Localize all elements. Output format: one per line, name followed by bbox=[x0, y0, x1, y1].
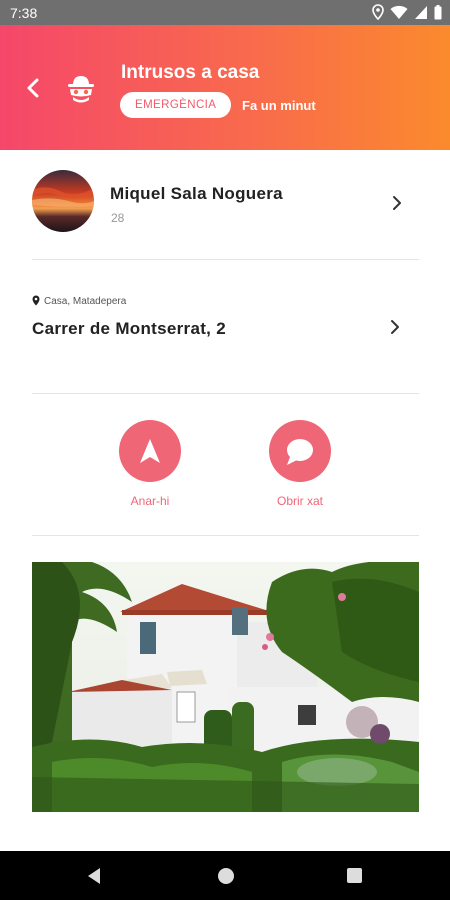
profile-age: 28 bbox=[111, 211, 125, 225]
divider bbox=[32, 259, 419, 260]
chevron-right-icon bbox=[391, 320, 399, 334]
divider bbox=[32, 393, 419, 394]
open-chat-button[interactable]: Obrir xat bbox=[240, 420, 360, 508]
chat-icon bbox=[287, 439, 313, 465]
wifi-icon bbox=[390, 5, 408, 19]
alert-time: Fa un minut bbox=[242, 98, 316, 113]
alert-header: Intrusos a casa EMERGÈNCIA Fa un minut bbox=[0, 25, 450, 150]
back-button[interactable] bbox=[22, 76, 46, 100]
location-icon bbox=[372, 4, 384, 20]
navigate-label: Anar-hi bbox=[130, 494, 170, 508]
profile-row[interactable]: Miquel Sala Noguera 28 bbox=[0, 150, 450, 260]
status-bar: 7:38 bbox=[0, 0, 450, 25]
location-label: Casa, Matadepera bbox=[44, 296, 127, 307]
navigate-icon bbox=[140, 439, 160, 463]
burglar-icon bbox=[68, 76, 94, 103]
navigate-circle bbox=[119, 420, 181, 482]
location-pin-icon bbox=[32, 295, 40, 306]
avatar bbox=[32, 170, 94, 232]
status-icons bbox=[372, 4, 442, 20]
divider bbox=[32, 535, 419, 536]
nav-home-icon[interactable] bbox=[218, 868, 234, 884]
system-nav-bar bbox=[0, 851, 450, 900]
alert-title: Intrusos a casa bbox=[121, 62, 260, 83]
address: Carrer de Montserrat, 2 bbox=[32, 319, 226, 338]
house-photo bbox=[32, 562, 419, 812]
nav-back-icon[interactable] bbox=[86, 867, 102, 885]
navigate-button[interactable]: Anar-hi bbox=[90, 420, 210, 508]
signal-icon bbox=[415, 5, 427, 19]
battery-icon bbox=[434, 4, 442, 19]
emergency-badge: EMERGÈNCIA bbox=[120, 92, 232, 118]
open-chat-label: Obrir xat bbox=[276, 494, 323, 508]
chat-circle bbox=[269, 420, 331, 482]
status-time: 7:38 bbox=[10, 5, 38, 21]
sunset-avatar-image bbox=[32, 170, 94, 232]
nav-recents-icon[interactable] bbox=[347, 868, 362, 883]
profile-name: Miquel Sala Noguera bbox=[110, 184, 283, 203]
chevron-right-icon bbox=[393, 196, 401, 210]
